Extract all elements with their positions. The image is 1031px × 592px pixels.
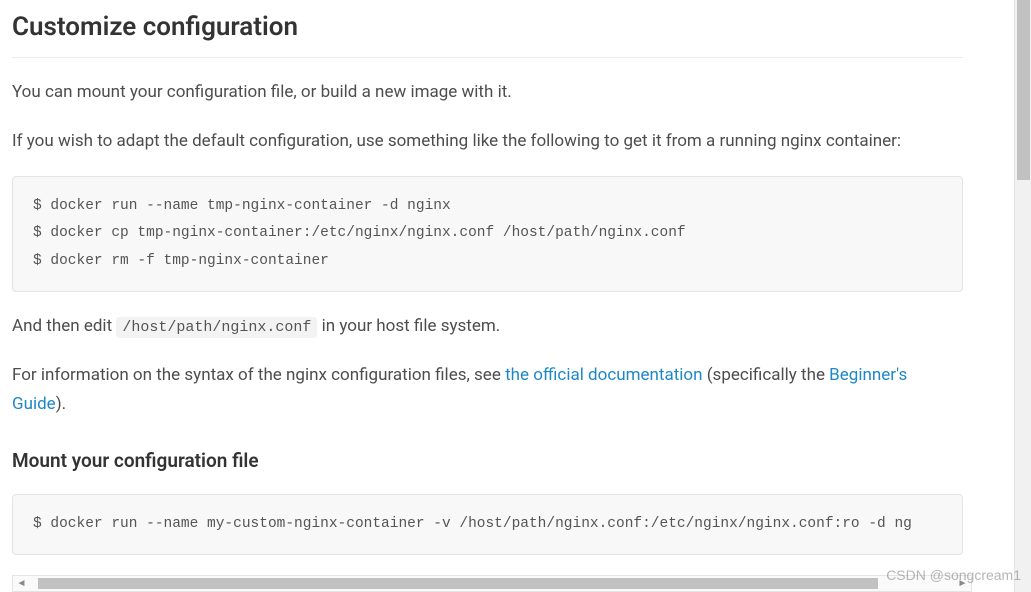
text-segment: For information on the syntax of the ngi… bbox=[12, 365, 505, 385]
paragraph-intro: You can mount your configuration file, o… bbox=[12, 78, 963, 107]
link-official-documentation[interactable]: the official documentation bbox=[505, 365, 702, 385]
vertical-scrollbar[interactable] bbox=[1014, 0, 1031, 592]
paragraph-edit: And then edit /host/path/nginx.conf in y… bbox=[12, 312, 963, 341]
document-content: Customize configuration You can mount yo… bbox=[0, 8, 975, 555]
sub-heading-mount: Mount your configuration file bbox=[12, 447, 963, 476]
horizontal-scroll-thumb[interactable] bbox=[38, 578, 878, 589]
text-segment: (specifically the bbox=[703, 365, 830, 385]
page-heading: Customize configuration bbox=[12, 8, 963, 58]
code-block-docker-copy[interactable]: $ docker run --name tmp-nginx-container … bbox=[12, 176, 963, 293]
paragraph-docs: For information on the syntax of the ngi… bbox=[12, 361, 963, 419]
text-segment: And then edit bbox=[12, 316, 116, 336]
scroll-left-arrow-icon[interactable]: ◄ bbox=[13, 576, 30, 591]
horizontal-scrollbar[interactable]: ◄ ► bbox=[12, 575, 972, 592]
paragraph-instructions: If you wish to adapt the default configu… bbox=[12, 127, 963, 156]
text-segment: in your host file system. bbox=[317, 316, 500, 336]
text-segment: ). bbox=[56, 394, 66, 414]
document-scroll-container[interactable]: Customize configuration You can mount yo… bbox=[0, 0, 1004, 592]
scroll-right-arrow-icon[interactable]: ► bbox=[954, 576, 971, 591]
code-block-docker-run[interactable]: $ docker run --name my-custom-nginx-cont… bbox=[12, 494, 963, 556]
vertical-scroll-thumb[interactable] bbox=[1017, 0, 1030, 180]
inline-code-path: /host/path/nginx.conf bbox=[116, 317, 317, 338]
